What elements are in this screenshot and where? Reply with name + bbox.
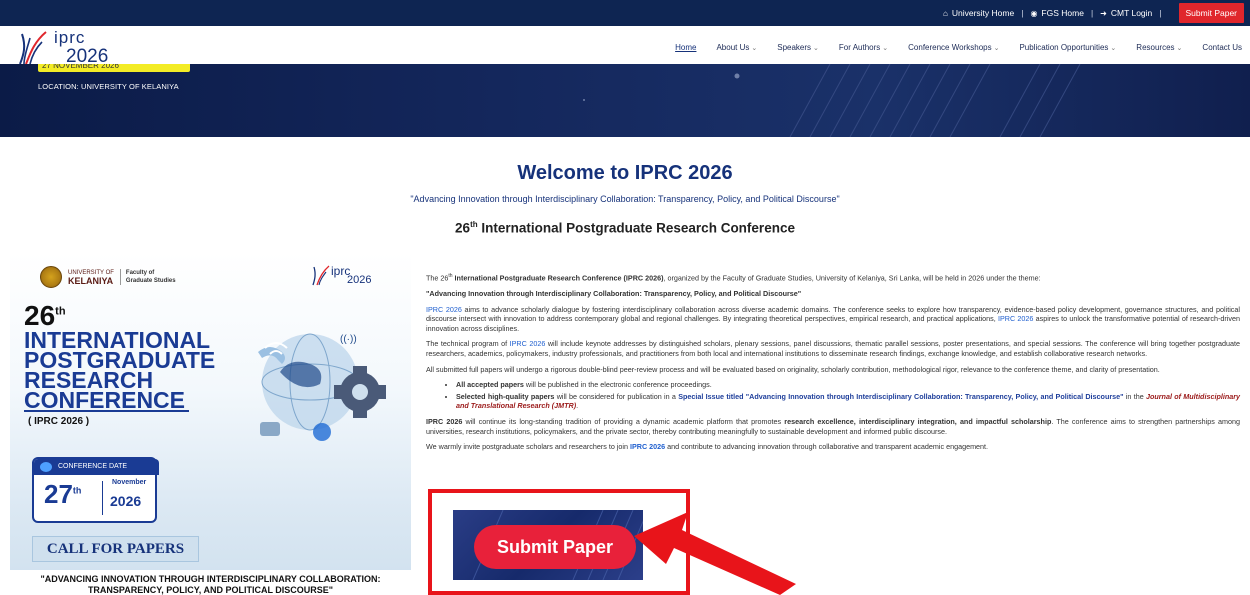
university-home-link[interactable]: ⌂ University Home [943, 8, 1014, 18]
svg-text:((·)): ((·)) [340, 334, 357, 345]
top-submit-paper-button[interactable]: Submit Paper [1178, 3, 1244, 23]
conference-description: The 26th International Postgraduate Rese… [426, 272, 1240, 458]
university-branding: UNIVERSITY OF KELANIYA Faculty of Graduate… [40, 266, 176, 288]
separator: | [1021, 8, 1024, 18]
hero-banner: 27 NOVEMBER 2026 LOCATION: UNIVERSITY OF… [0, 64, 1250, 137]
tradition-paragraph: IPRC 2026 will continue its long-standin… [426, 416, 1240, 436]
theme-paragraph: "Advancing Innovation through Interdisci… [426, 288, 802, 298]
cmt-login-link[interactable]: ➜ CMT Login [1100, 8, 1152, 18]
globe-tech-illustration-icon: ((·)) [258, 333, 386, 441]
aims-paragraph: IPRC 2026 aims to advance scholarly dial… [426, 304, 1240, 333]
nav-speakers[interactable]: Speakers ⌄ [777, 43, 819, 52]
separator: | [1090, 8, 1094, 18]
logo-name: iprc [54, 28, 86, 47]
conference-year: 2026 [110, 493, 142, 509]
date-badge: 27 NOVEMBER 2026 [38, 64, 190, 72]
pointer-arrow-icon [634, 512, 796, 595]
publication-list: All accepted papers will be published in… [456, 380, 1240, 411]
page: ⌂ University Home | ◉ FGS Home | ➜ CMT Logi… [0, 0, 1250, 595]
nav-publication-opportunities[interactable]: Publication Opportunities ⌄ [1019, 43, 1116, 52]
location-text: LOCATION: UNIVERSITY OF KELANIYA [38, 82, 179, 91]
review-paragraph: All submitted full papers will undergo a… [426, 364, 1160, 374]
fgs-home-link[interactable]: ◉ FGS Home [1030, 8, 1084, 18]
conference-poster: UNIVERSITY OF KELANIYA Faculty of Graduate… [10, 252, 411, 595]
conference-theme: "Advancing Innovation through Interdisci… [410, 194, 840, 204]
chevron-down-icon: ⌄ [1176, 44, 1183, 52]
main-navbar: iprc 2026 Home About Us ⌄ Speakers ⌄ For A… [0, 26, 1250, 67]
poster-conference-title: INTERNATIONAL POSTGRADUATE RESEARCH CONF… [24, 327, 216, 413]
university-crest-icon [40, 266, 62, 288]
top-utility-bar: ⌂ University Home | ◉ FGS Home | ➜ CMT Logi… [0, 0, 1250, 26]
poster-abbreviation: ( IPRC 2026 ) [28, 416, 90, 427]
chevron-down-icon: ⌄ [1110, 44, 1117, 52]
nav-resources[interactable]: Resources ⌄ [1136, 43, 1182, 52]
chevron-down-icon: ⌄ [993, 44, 1000, 52]
list-item: Selected high-quality papers will be con… [456, 392, 1240, 411]
welcome-title: Welcome to IPRC 2026 [517, 162, 733, 184]
hero-background-graphic [583, 64, 1081, 137]
nav-menu: Home About Us ⌄ Speakers ⌄ For Authors ⌄ Co… [655, 43, 1242, 52]
nav-contact-us[interactable]: Contact Us [1202, 43, 1242, 52]
nav-about-us[interactable]: About Us ⌄ [716, 43, 757, 52]
nav-home[interactable]: Home [675, 43, 696, 52]
conference-subheading: 26th International Postgraduate Research… [455, 220, 795, 236]
nav-conference-workshops[interactable]: Conference Workshops ⌄ [908, 43, 999, 52]
separator: | [1159, 8, 1162, 18]
invitation-paragraph: We warmly invite postgraduate scholars a… [426, 442, 989, 452]
chevron-down-icon: ⌄ [751, 44, 758, 52]
list-item: All accepted papers will be published in… [456, 380, 1240, 390]
chevron-down-icon: ⌄ [882, 44, 889, 52]
login-icon: ➜ [1100, 8, 1107, 18]
conference-month: November [112, 479, 147, 486]
date-divider [102, 481, 103, 515]
title-underline [24, 410, 189, 412]
intro-paragraph: The 26th International Postgraduate Rese… [426, 273, 1041, 283]
conference-day: 27th [44, 479, 82, 509]
reeds-logo-icon [19, 31, 47, 65]
conference-date-card: CONFERENCE DATE 27th November 2026 [32, 457, 159, 523]
globe-icon: ◉ [1030, 8, 1038, 18]
nav-for-authors[interactable]: For Authors ⌄ [839, 43, 888, 52]
poster-theme-text: "ADVANCING INNOVATION THROUGH INTERDISCI… [10, 570, 411, 595]
program-paragraph: The technical program of IPRC 2026 will … [426, 339, 1240, 358]
date-pin-icon [40, 462, 52, 472]
poster-iprc-logo: iprc 2026 [311, 264, 381, 288]
iprc-logo[interactable]: iprc 2026 [16, 28, 146, 68]
faculty-name: Faculty of Graduate Studies [119, 269, 176, 285]
reeds-logo-icon [312, 265, 330, 286]
conference-date-label: CONFERENCE DATE [34, 459, 159, 475]
call-for-papers-banner: CALL FOR PAPERS [32, 536, 199, 562]
chevron-down-icon: ⌄ [813, 44, 819, 52]
university-name: UNIVERSITY OF KELANIYA [68, 270, 114, 286]
home-icon: ⌂ [943, 8, 948, 18]
